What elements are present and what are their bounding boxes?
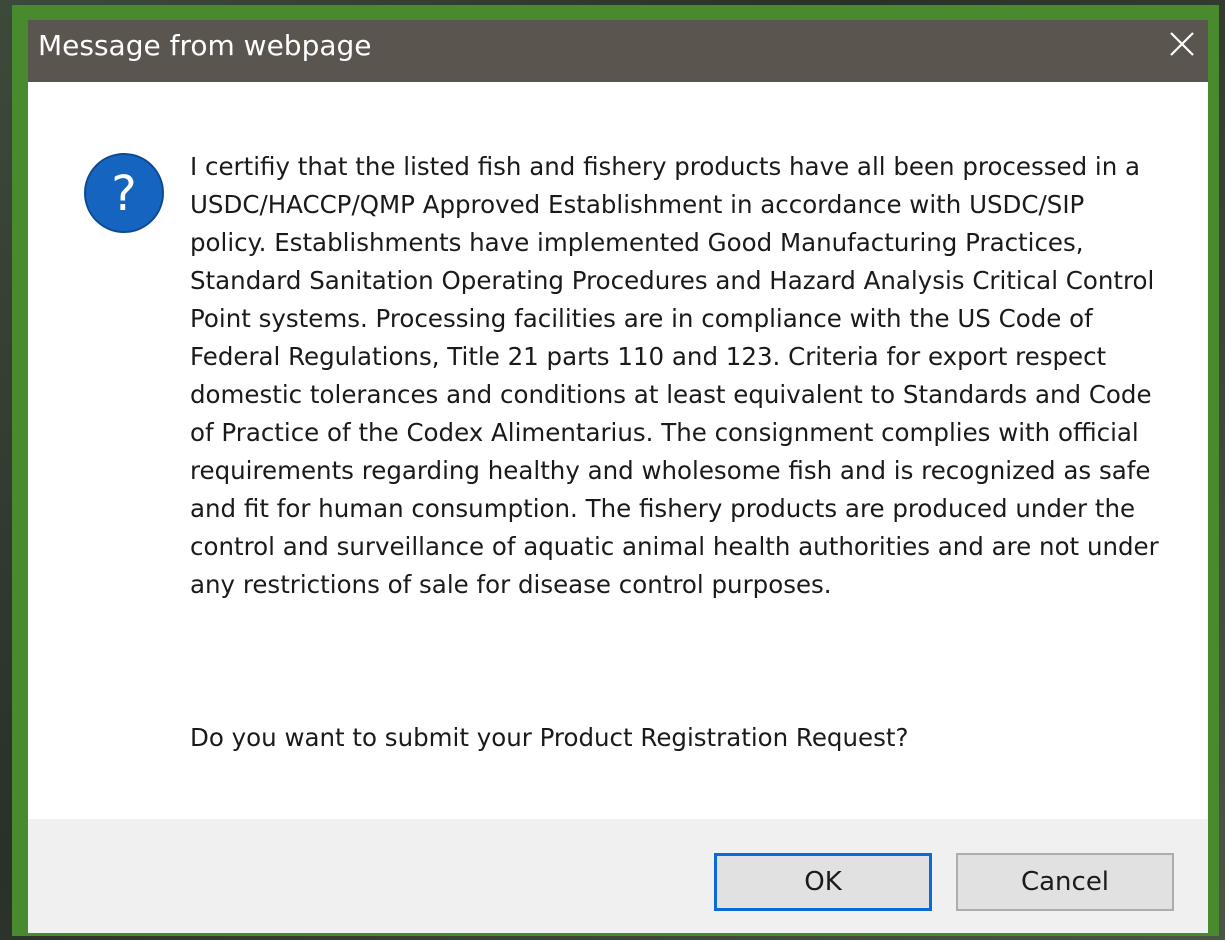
message-dialog: Message from webpage ? I certifiy that t…: [28, 20, 1208, 933]
close-button[interactable]: [1162, 22, 1202, 66]
close-icon: [1170, 32, 1194, 56]
svg-text:?: ?: [111, 166, 136, 222]
question-icon: ?: [84, 153, 164, 233]
dialog-question: Do you want to submit your Product Regis…: [190, 723, 909, 752]
dialog-title: Message from webpage: [38, 29, 372, 62]
cancel-button[interactable]: Cancel: [956, 853, 1174, 911]
dialog-titlebar[interactable]: Message from webpage: [28, 20, 1208, 82]
dialog-content: ? I certifiy that the listed fish and fi…: [28, 82, 1208, 819]
dialog-message: I certifiy that the listed fish and fish…: [190, 152, 1159, 599]
ok-button[interactable]: OK: [714, 853, 932, 911]
dialog-button-bar: OK Cancel: [28, 819, 1208, 933]
